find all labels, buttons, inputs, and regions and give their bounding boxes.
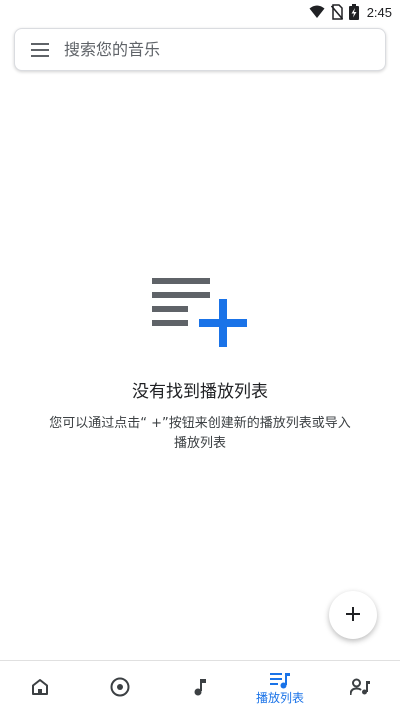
status-bar: 2:45: [0, 0, 400, 24]
album-icon: [108, 675, 132, 699]
home-icon: [28, 675, 52, 699]
status-icons: 2:45: [309, 2, 392, 22]
nav-item-playlists[interactable]: 播放列表: [240, 661, 320, 705]
add-playlist-button[interactable]: [329, 591, 377, 639]
empty-state-description: 您可以通过点击“ +”按钮来创建新的播放列表或导入播放列表: [49, 416, 351, 451]
nav-item-artists[interactable]: [320, 661, 400, 701]
playlist-add-icon: [150, 278, 250, 348]
nav-item-home[interactable]: [0, 661, 80, 701]
search-input[interactable]: [64, 34, 364, 65]
artist-icon: [348, 675, 372, 699]
bottom-navigation: 播放列表: [0, 660, 400, 705]
battery-charging-icon: [348, 4, 359, 20]
no-sim-icon: [330, 4, 343, 20]
music-note-icon: [188, 675, 212, 699]
nav-item-albums[interactable]: [80, 661, 160, 701]
nav-label-playlists: 播放列表: [255, 691, 304, 705]
search-bar[interactable]: [14, 28, 386, 71]
status-time: 2:45: [366, 4, 392, 20]
hamburger-menu-icon[interactable]: [30, 40, 50, 60]
empty-state-title: 没有找到播放列表: [132, 382, 268, 402]
wifi-icon: [309, 5, 325, 19]
nav-item-songs[interactable]: [160, 661, 240, 701]
plus-icon: [346, 606, 360, 625]
